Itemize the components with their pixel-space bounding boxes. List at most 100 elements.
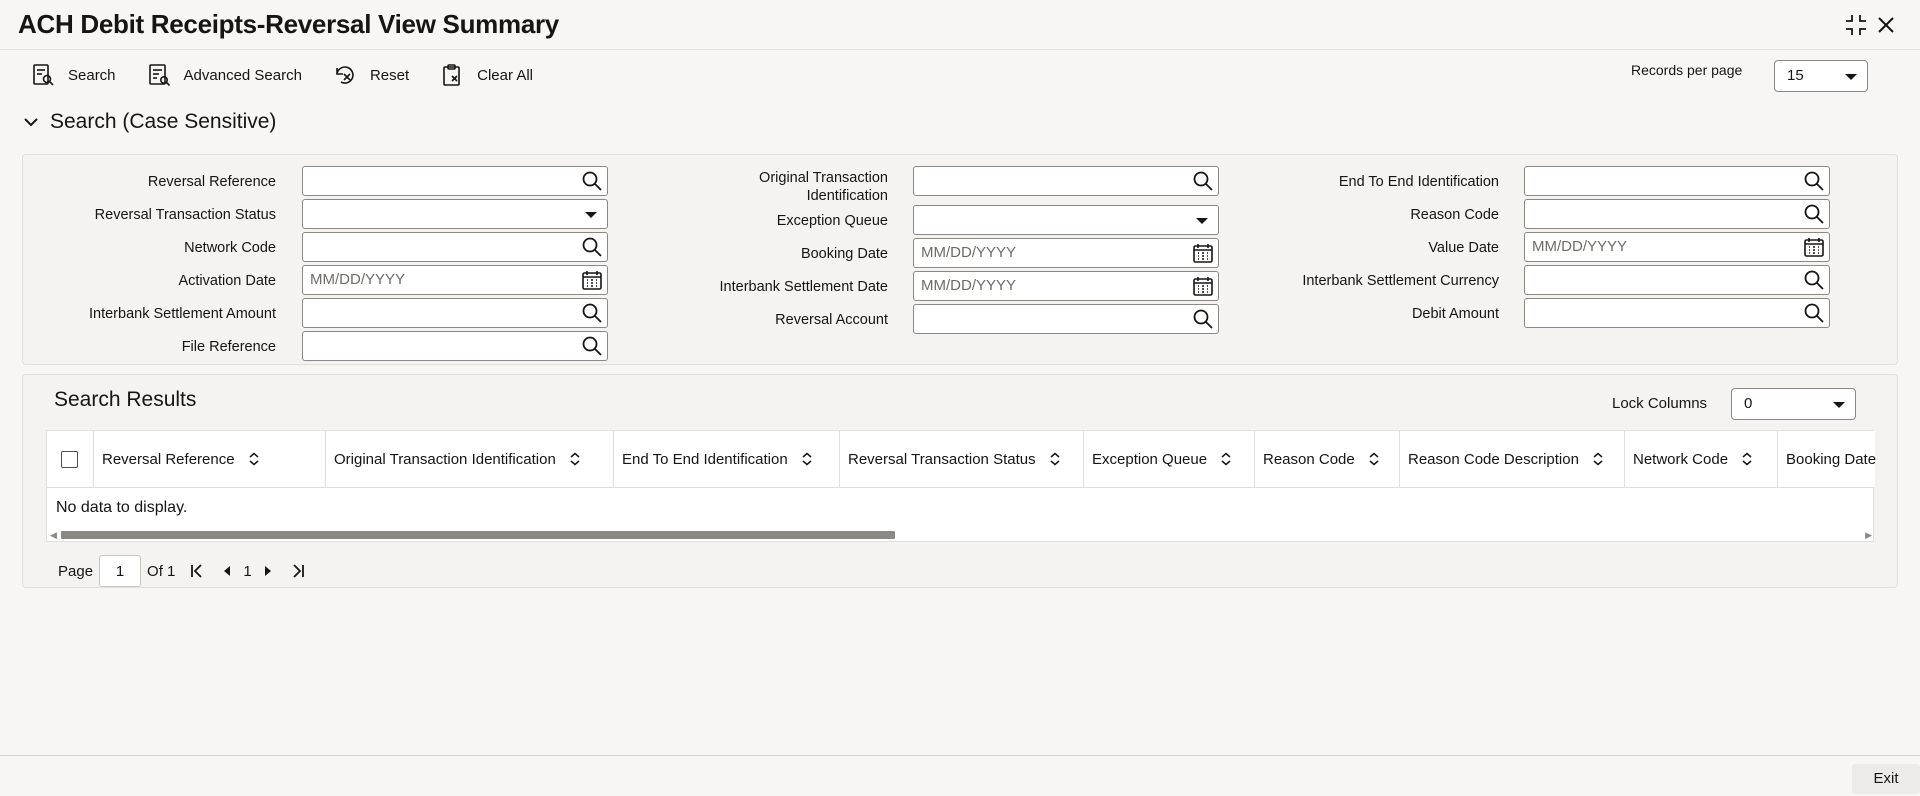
chevron-down-icon (585, 212, 597, 218)
value-date-placeholder: MM/DD/YYYY (1532, 238, 1628, 255)
calendar-icon[interactable] (581, 269, 603, 291)
debit-amount-input[interactable] (1524, 298, 1830, 328)
column-header-label: Network Code (1633, 450, 1729, 468)
column-header-exception-queue[interactable]: Exception Queue (1084, 431, 1255, 487)
reversal-reference-input[interactable] (302, 166, 608, 196)
select-all-checkbox[interactable] (61, 451, 78, 468)
search-icon[interactable] (581, 335, 603, 357)
page: ACH Debit Receipts-Reversal View Summary… (0, 0, 1920, 796)
column-header-reason-code-description[interactable]: Reason Code Description (1400, 431, 1625, 487)
search-icon[interactable] (1803, 302, 1825, 324)
search-results-title: Search Results (54, 388, 197, 411)
page-link[interactable]: 1 (243, 563, 251, 580)
sort-icon (1221, 452, 1231, 466)
column-header-end-to-end-identification[interactable]: End To End Identification (614, 431, 840, 487)
horizontal-scrollbar[interactable]: ◀ ▶ (47, 529, 1875, 541)
sort-icon (570, 452, 580, 466)
sort-icon (1369, 452, 1379, 466)
previous-page-icon[interactable] (217, 561, 237, 581)
records-per-page-value: 15 (1787, 67, 1804, 84)
chevron-down-icon (1196, 218, 1208, 224)
advanced-search-button[interactable]: Advanced Search (146, 60, 302, 90)
original-transaction-identification-label: Original Transaction Identification (640, 169, 888, 205)
column-header-booking-date[interactable]: Booking Date (1778, 431, 1877, 487)
advanced-search-icon (148, 64, 170, 87)
pagination-nav: 1 (187, 561, 307, 581)
exit-button[interactable]: Exit (1852, 764, 1920, 794)
collapse-icon[interactable] (1843, 12, 1869, 38)
clear-all-button[interactable]: Clear All (439, 60, 533, 90)
reason-code-input[interactable] (1524, 199, 1830, 229)
next-page-icon[interactable] (258, 561, 278, 581)
network-code-label: Network Code (184, 240, 276, 256)
interbank-settlement-date-label: Interbank Settlement Date (719, 279, 888, 295)
search-form-icon (33, 64, 54, 86)
scroll-left-icon[interactable]: ◀ (50, 530, 57, 541)
sort-icon (1050, 452, 1060, 466)
chevron-down-icon (24, 118, 38, 127)
search-button[interactable]: Search (30, 60, 116, 90)
calendar-icon[interactable] (1192, 275, 1214, 297)
search-icon[interactable] (1803, 170, 1825, 192)
lock-columns-select[interactable]: 0 (1731, 388, 1856, 420)
search-icon[interactable] (581, 170, 603, 192)
network-code-input[interactable] (302, 232, 608, 262)
end-to-end-identification-label: End To End Identification (1338, 174, 1499, 190)
search-icon[interactable] (581, 236, 603, 258)
original-transaction-identification-input[interactable] (913, 166, 1219, 196)
search-icon[interactable] (1803, 269, 1825, 291)
page-number-input[interactable]: 1 (99, 555, 142, 587)
records-per-page-label: Records per page (1631, 62, 1743, 78)
scrollbar-thumb[interactable] (61, 531, 895, 539)
reset-button-label: Reset (369, 66, 410, 84)
exception-queue-label: Exception Queue (776, 213, 888, 229)
file-reference-label: File Reference (181, 339, 276, 355)
column-header-network-code[interactable]: Network Code (1625, 431, 1778, 487)
column-header-reason-code[interactable]: Reason Code (1255, 431, 1400, 487)
first-page-icon[interactable] (187, 561, 207, 581)
reversal-account-label: Reversal Account (775, 312, 888, 328)
last-page-icon[interactable] (288, 561, 308, 581)
file-reference-input[interactable] (302, 331, 608, 361)
column-header-original-transaction-identification[interactable]: Original Transaction Identification (326, 431, 614, 487)
interbank-settlement-amount-label: Interbank Settlement Amount (89, 306, 276, 322)
search-icon[interactable] (1192, 308, 1214, 330)
column-header-label: Reason Code (1263, 450, 1355, 468)
results-table: Reversal Reference Original Transaction … (46, 430, 1877, 542)
booking-date-input[interactable]: MM/DD/YYYY (913, 238, 1219, 268)
column-header-label: Booking Date (1786, 450, 1877, 468)
select-all-cell (47, 431, 94, 487)
column-header-reversal-reference[interactable]: Reversal Reference (94, 431, 326, 487)
search-icon[interactable] (1803, 203, 1825, 225)
interbank-settlement-currency-input[interactable] (1524, 265, 1830, 295)
calendar-icon[interactable] (1803, 236, 1825, 258)
search-icon[interactable] (1192, 170, 1214, 192)
interbank-settlement-date-input[interactable]: MM/DD/YYYY (913, 271, 1219, 301)
value-date-input[interactable]: MM/DD/YYYY (1524, 232, 1830, 262)
search-section-toggle[interactable]: Search (Case Sensitive) (22, 110, 276, 134)
close-icon[interactable] (1873, 12, 1899, 38)
scroll-right-icon[interactable]: ▶ (1865, 530, 1872, 541)
reversal-transaction-status-select[interactable] (302, 199, 608, 229)
reversal-account-input[interactable] (913, 304, 1219, 334)
end-to-end-identification-input[interactable] (1524, 166, 1830, 196)
search-section-title: Search (Case Sensitive) (50, 110, 277, 133)
activation-date-input[interactable]: MM/DD/YYYY (302, 265, 608, 295)
activation-date-placeholder: MM/DD/YYYY (310, 271, 406, 288)
column-header-label: Original Transaction Identification (334, 450, 556, 468)
column-header-reversal-transaction-status[interactable]: Reversal Transaction Status (840, 431, 1084, 487)
reset-button[interactable]: Reset (332, 60, 409, 90)
chevron-down-icon (1833, 402, 1845, 408)
interbank-settlement-amount-input[interactable] (302, 298, 608, 328)
search-icon[interactable] (581, 302, 603, 324)
debit-amount-label: Debit Amount (1411, 306, 1499, 322)
toolbar: Search Advanced Search Reset Clear All (30, 60, 563, 90)
booking-date-label: Booking Date (800, 246, 888, 262)
interbank-settlement-date-placeholder: MM/DD/YYYY (921, 277, 1017, 294)
records-per-page-select[interactable]: 15 (1774, 60, 1868, 92)
sort-icon (1742, 452, 1752, 466)
calendar-icon[interactable] (1192, 242, 1214, 264)
exception-queue-select[interactable] (913, 205, 1219, 235)
footer: Exit (0, 755, 1920, 796)
sort-icon (802, 452, 812, 466)
